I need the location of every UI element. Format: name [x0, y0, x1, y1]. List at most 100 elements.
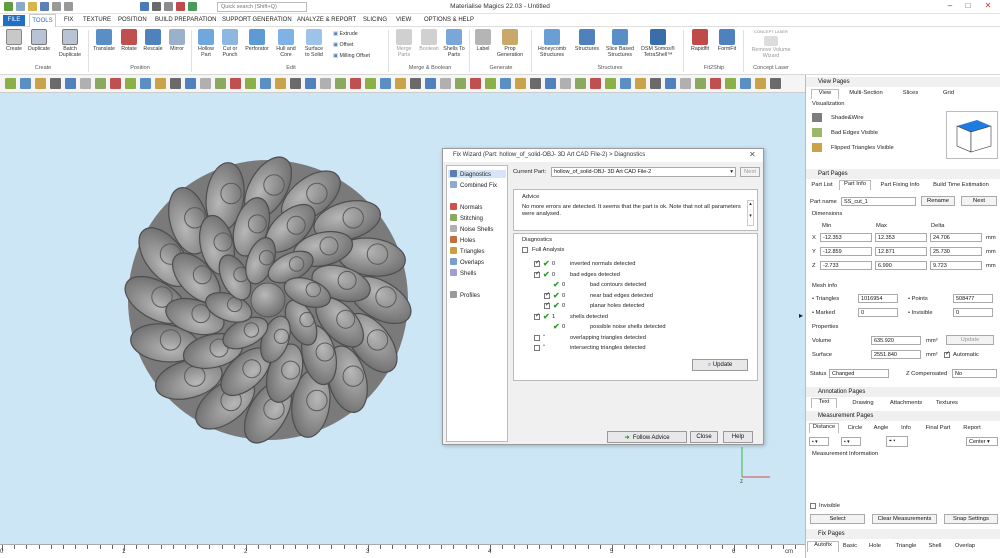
measure-mode-select[interactable]: ▪ ▾ [841, 437, 861, 446]
tab-basic[interactable]: Basic [840, 543, 860, 549]
menu-tools[interactable]: TOOLS [29, 14, 56, 27]
toolbar-tool-icon[interactable] [5, 78, 16, 89]
rapidfit-button[interactable]: Rapidfit [687, 27, 713, 52]
full-analysis-checkbox[interactable] [522, 247, 528, 253]
menu-analyze-report[interactable]: ANALYZE & REPORT [297, 17, 356, 23]
tab-hole[interactable]: Hole [865, 543, 885, 549]
part-name-select[interactable]: SS_cut_1 [841, 197, 916, 206]
maximize-button[interactable]: □ [960, 1, 976, 12]
toolbar-tool-icon[interactable] [95, 78, 106, 89]
measurement-pages-header[interactable]: Measurement Pages [806, 411, 1000, 421]
nav-shells[interactable]: Shells [450, 269, 476, 277]
tab-distance[interactable]: Distance [809, 423, 839, 433]
toolbar-tool-icon[interactable] [440, 78, 451, 89]
boolean-button[interactable]: Boolean [417, 27, 441, 52]
translate-button[interactable]: Translate [91, 27, 117, 52]
formfit-button[interactable]: FormFit [714, 27, 740, 52]
menu-build-preparation[interactable]: BUILD PREPARATION [155, 17, 216, 23]
toolbar-tool-icon[interactable] [125, 78, 136, 89]
menu-fix[interactable]: FIX [64, 17, 73, 23]
nav-diagnostics[interactable]: Diagnostics [448, 170, 506, 178]
structures-button[interactable]: Structures [572, 27, 602, 52]
panel-splitter-handle[interactable]: ▸ [799, 311, 803, 320]
toolbar-tool-icon[interactable] [695, 78, 706, 89]
tab-slices[interactable]: Slices [898, 90, 923, 96]
duplicate-button[interactable]: Duplicate [26, 27, 52, 52]
toolbar-tool-icon[interactable] [515, 78, 526, 89]
close-window-button[interactable]: ✕ [980, 1, 996, 12]
view-cube[interactable] [946, 111, 998, 159]
menu-support-generation[interactable]: SUPPORT GENERATION [222, 17, 292, 23]
tab-angle[interactable]: Angle [870, 425, 892, 431]
toolbar-tool-icon[interactable] [185, 78, 196, 89]
tab-build-time-estimation[interactable]: Build Time Estimation [928, 182, 994, 188]
menu-file[interactable]: FILE [3, 15, 25, 26]
dialog-next-button[interactable]: Next [740, 167, 760, 177]
toolbar-tool-icon[interactable] [545, 78, 556, 89]
diagnostic-checkbox[interactable]: ✓ [534, 271, 540, 278]
rename-button[interactable]: Rename [921, 196, 955, 206]
close-dialog-button[interactable]: Close [690, 431, 718, 443]
toolbar-tool-icon[interactable] [35, 78, 46, 89]
tab-circle[interactable]: Circle [844, 425, 866, 431]
diagnostic-checkbox[interactable] [534, 345, 540, 351]
prop-generation-button[interactable]: Prop Generation [494, 27, 526, 58]
tab-overlap[interactable]: Overlap [951, 543, 979, 549]
tab-info[interactable]: Info [896, 425, 916, 431]
offset-button[interactable]: ▣ Offset [333, 42, 354, 48]
tab-view[interactable]: View [811, 89, 839, 99]
tab-multi-section[interactable]: Multi-Section [846, 90, 886, 96]
toolbar-tool-icon[interactable] [635, 78, 646, 89]
toolbar-tool-icon[interactable] [755, 78, 766, 89]
toolbar-tool-icon[interactable] [335, 78, 346, 89]
current-part-select[interactable]: hollow_of_solid-OBJ- 3D Art CAD File-2 ▾ [551, 167, 736, 177]
diagnostic-checkbox[interactable]: ✓ [544, 302, 550, 309]
update-properties-button[interactable]: Update [946, 335, 994, 345]
toolbar-tool-icon[interactable] [140, 78, 151, 89]
toolbar-tool-icon[interactable] [485, 78, 496, 89]
milling-offset-button[interactable]: ▣ Milling Offset [333, 53, 370, 59]
clear-measurements-button[interactable]: Clear Measurements [872, 514, 937, 524]
tab-shell[interactable]: Shell [925, 543, 945, 549]
dialog-close-icon[interactable]: ✕ [749, 150, 756, 159]
toolbar-tool-icon[interactable] [725, 78, 736, 89]
toolbar-tool-icon[interactable] [65, 78, 76, 89]
toolbar-tool-icon[interactable] [680, 78, 691, 89]
tab-part-fixing-info[interactable]: Part Fixing Info [876, 182, 924, 188]
toolbar-tool-icon[interactable] [155, 78, 166, 89]
toolbar-tool-icon[interactable] [470, 78, 481, 89]
toolbar-tool-icon[interactable] [575, 78, 586, 89]
toolbar-tool-icon[interactable] [20, 78, 31, 89]
diagnostic-checkbox[interactable]: ✓ [534, 260, 540, 267]
toolbar-tool-icon[interactable] [560, 78, 571, 89]
surface-to-solid-button[interactable]: Surface to Solid [302, 27, 326, 58]
toolbar-tool-icon[interactable] [170, 78, 181, 89]
bad-edges-label[interactable]: Bad Edges Visible [831, 130, 878, 136]
tab-triangle[interactable]: Triangle [891, 543, 921, 549]
toolbar-tool-icon[interactable] [380, 78, 391, 89]
rescale-button[interactable]: Rescale [141, 27, 165, 52]
tab-autofix[interactable]: Autofix [807, 541, 839, 552]
shells-to-parts-button[interactable]: Shells To Parts [442, 27, 466, 58]
tab-part-list[interactable]: Part List [809, 182, 835, 188]
toolbar-tool-icon[interactable] [365, 78, 376, 89]
batch-duplicate-button[interactable]: Batch Duplicate [55, 27, 85, 58]
minimize-button[interactable]: – [942, 1, 958, 12]
slice-based-structures-button[interactable]: Slice Based Structures [604, 27, 636, 58]
center-select[interactable]: Center ▾ [966, 437, 998, 446]
toolbar-tool-icon[interactable] [590, 78, 601, 89]
nav-profiles[interactable]: Profiles [450, 291, 480, 299]
toolbar-tool-icon[interactable] [200, 78, 211, 89]
tab-text[interactable]: Text [811, 398, 837, 408]
invisible-checkbox[interactable] [810, 503, 816, 509]
cut-or-punch-button[interactable]: Cut or Punch [219, 27, 241, 58]
part-pages-header[interactable]: Part Pages [806, 169, 1000, 179]
toolbar-tool-icon[interactable] [455, 78, 466, 89]
toolbar-tool-icon[interactable] [620, 78, 631, 89]
tab-part-info[interactable]: Part Info [839, 180, 871, 190]
mirror-button[interactable]: Mirror [166, 27, 188, 52]
nav-combined-fix[interactable]: Combined Fix [450, 181, 497, 189]
toolbar-tool-icon[interactable] [305, 78, 316, 89]
toolbar-tool-icon[interactable] [260, 78, 271, 89]
toolbar-tool-icon[interactable] [215, 78, 226, 89]
